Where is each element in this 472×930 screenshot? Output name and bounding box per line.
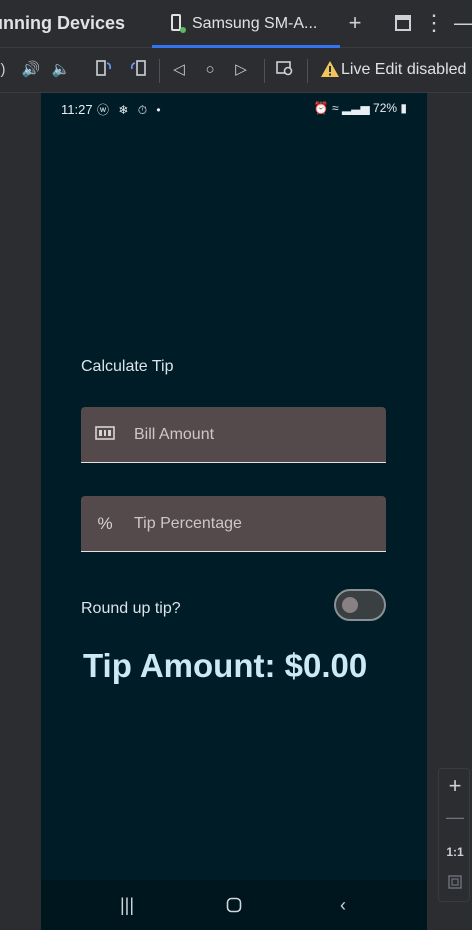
toolbar-separator (307, 59, 308, 83)
status-time: 11:27 (61, 102, 93, 117)
notification-icons: ⓦ ❄ ⏱ • (97, 103, 164, 117)
back-nav-icon[interactable]: ‹ (332, 894, 354, 916)
status-right: ⏰ ≈ ▂▃▅ 72% ▮ (314, 101, 407, 115)
device-tab-label: Samsung SM-A... (192, 15, 318, 32)
alarm-icon: ⏰ (313, 101, 329, 115)
tool-window-header: unning Devices Samsung SM-A... + ⋮ — (0, 0, 472, 48)
calculate-tip-heading: Calculate Tip (81, 358, 174, 375)
power-icon[interactable]: ) (0, 59, 14, 81)
window-icon[interactable] (390, 10, 416, 36)
tip-amount-text: Tip Amount: $0.00 (83, 647, 368, 684)
device-tab[interactable]: Samsung SM-A... (152, 0, 340, 48)
toolbar-separator (264, 59, 265, 83)
money-icon (95, 425, 115, 445)
toolbar-separator (159, 59, 160, 83)
volume-up-icon[interactable]: 🔊 (20, 59, 42, 81)
device-online-indicator (180, 27, 186, 33)
recents-icon[interactable]: ||| (116, 894, 138, 916)
device-screen[interactable]: 11:27 ⓦ ❄ ⏱ • ⏰ ≈ ▂▃▅ 72% ▮ Calculate Ti… (41, 93, 427, 930)
device-toolbar: ) 🔊 🔈 ◁ ○ ▷ Live Edit disabled (0, 49, 472, 93)
zoom-panel: + — 1:1 (438, 768, 470, 902)
tip-percentage-field[interactable]: % Tip Percentage (81, 496, 386, 552)
percent-icon: % (97, 514, 113, 533)
switch-knob (342, 597, 358, 613)
zoom-actual-size[interactable]: 1:1 (439, 845, 471, 859)
minimize-icon[interactable]: — (452, 10, 472, 36)
live-edit-status[interactable]: Live Edit disabled (341, 61, 466, 79)
overview-icon[interactable]: ▷ (230, 59, 252, 81)
more-vert-icon[interactable]: ⋮ (421, 10, 447, 36)
bill-amount-placeholder: Bill Amount (134, 426, 215, 443)
system-nav-bar: ||| ‹ (41, 880, 427, 930)
screenshot-icon[interactable] (274, 59, 296, 81)
fit-screen-icon[interactable] (439, 875, 471, 894)
zoom-out-icon[interactable]: — (439, 807, 471, 828)
zoom-in-icon[interactable]: + (439, 773, 471, 799)
home-icon[interactable]: ○ (199, 59, 221, 81)
bill-amount-field[interactable]: Bill Amount (81, 407, 386, 463)
status-bar: 11:27 ⓦ ❄ ⏱ • ⏰ ≈ ▂▃▅ 72% ▮ (41, 93, 427, 125)
battery-percent: 72% (373, 101, 398, 115)
rotate-right-icon[interactable] (127, 59, 149, 81)
rotate-left-icon[interactable] (93, 59, 115, 81)
back-icon[interactable]: ◁ (168, 59, 190, 81)
tip-percentage-placeholder: Tip Percentage (134, 515, 242, 532)
home-nav-icon[interactable] (223, 894, 245, 916)
round-up-label: Round up tip? (81, 600, 181, 617)
signal-icon: ▂▃▅ (341, 101, 370, 115)
wifi-icon: ≈ (332, 101, 339, 115)
warning-icon (320, 60, 340, 83)
volume-down-icon[interactable]: 🔈 (50, 59, 72, 81)
round-up-switch[interactable] (334, 589, 386, 621)
battery-icon: ▮ (400, 101, 407, 115)
plus-icon[interactable]: + (342, 10, 368, 36)
running-devices-title: unning Devices (0, 13, 126, 33)
